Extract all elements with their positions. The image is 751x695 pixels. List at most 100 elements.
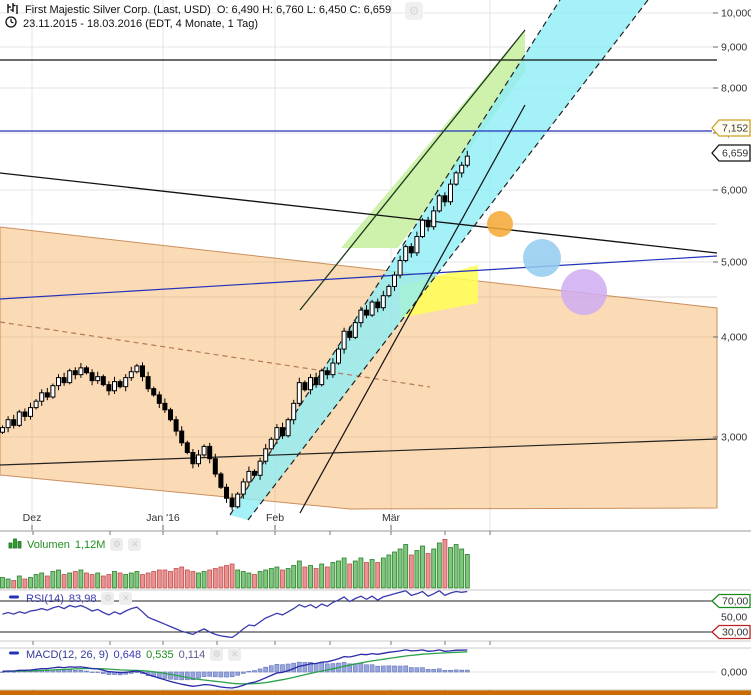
volume-bar — [6, 579, 10, 588]
macd-panel-header: MACD(12, 26, 9) 0,648 0,535 0,114 ⚙ ✕ — [8, 648, 241, 661]
volume-bars-icon — [8, 537, 22, 552]
candle-body — [34, 401, 38, 407]
macd-histogram-bar — [454, 670, 458, 672]
candle-body — [1, 428, 5, 433]
bottom-scroll-bar[interactable] — [0, 691, 751, 695]
chart-header: First Majestic Silver Corp. (Last, USD) … — [5, 2, 391, 17]
price-axis-label: 3,000 — [721, 432, 747, 444]
volume-bar — [17, 576, 21, 588]
volume-bar — [85, 573, 89, 588]
volume-bar — [443, 539, 447, 588]
price-axis-label: 10,000 — [721, 8, 751, 20]
candle-body — [297, 383, 301, 404]
candle-body — [303, 383, 307, 390]
volume-bar — [281, 570, 285, 588]
volume-bar — [342, 558, 346, 588]
macd-value-hist: 0,114 — [179, 649, 206, 661]
rsi-level-tag: 30,00 — [722, 627, 748, 639]
volume-bar — [23, 579, 27, 588]
volume-settings-button[interactable]: ⚙ — [110, 538, 123, 551]
candle-body — [292, 403, 296, 419]
volume-close-button[interactable]: ✕ — [128, 538, 141, 551]
rsi-settings-button[interactable]: ⚙ — [101, 592, 114, 605]
candle-body — [185, 443, 189, 453]
candle-body — [23, 412, 27, 416]
volume-bar — [62, 575, 66, 589]
volume-bar — [393, 552, 397, 588]
volume-bar — [449, 548, 453, 589]
volume-bar — [241, 572, 245, 589]
volume-bar — [409, 555, 413, 588]
volume-bar — [96, 573, 100, 588]
macd-histogram-bar — [85, 671, 89, 672]
candle-body — [337, 349, 341, 363]
macd-histogram-bar — [443, 670, 447, 672]
date-range-label: 23.11.2015 - 18.03.2016 (EDT, 4 Monate, … — [23, 18, 258, 30]
volume-bar — [337, 561, 341, 588]
volume-bar — [230, 564, 234, 588]
candle-body — [348, 331, 352, 337]
volume-bar — [197, 573, 201, 588]
ohlc-values: O: 6,490 H: 6,760 L: 6,450 C: 6,659 — [217, 4, 391, 16]
candle-body — [409, 247, 413, 253]
candle-body — [404, 247, 408, 261]
candle-body — [449, 184, 453, 202]
rsi-close-button[interactable]: ✕ — [119, 592, 132, 605]
candle-body — [96, 377, 100, 381]
price-tag: 7,152 — [722, 123, 748, 135]
candle-body — [331, 363, 335, 375]
candle-body — [62, 378, 66, 383]
macd-settings-button[interactable]: ⚙ — [210, 648, 223, 661]
candle-body — [465, 156, 469, 165]
macd-histogram-bar — [465, 670, 469, 672]
main-chart[interactable]: 10,0009,0008,0007,0006,0005,0004,0003,00… — [0, 0, 751, 695]
rsi-axis-label: 50,00 — [721, 612, 747, 624]
candle-body — [454, 173, 458, 184]
drawing-shapes-layer — [0, 0, 717, 520]
macd-histogram-bar — [281, 665, 285, 672]
volume-bar — [415, 551, 419, 589]
chart-settings-button[interactable]: ⚙ — [405, 2, 423, 20]
macd-histogram-bar — [421, 668, 425, 672]
macd-histogram-bar — [68, 670, 72, 672]
volume-bar — [180, 567, 184, 588]
macd-histogram-bar — [359, 663, 363, 672]
price-axis-label: 9,000 — [721, 42, 747, 54]
candle-body — [208, 446, 212, 458]
instrument-title: First Majestic Silver Corp. (Last, USD) — [25, 4, 211, 16]
macd-close-button[interactable]: ✕ — [228, 648, 241, 661]
candle-body — [40, 393, 44, 401]
volume-bar — [331, 563, 335, 589]
volume-bar — [174, 569, 178, 589]
volume-bar — [51, 572, 55, 589]
volume-bar — [387, 555, 391, 588]
macd-histogram-bar — [185, 672, 189, 680]
macd-histogram-bar — [415, 668, 419, 672]
macd-histogram-bar — [230, 672, 234, 677]
candle-body — [135, 366, 139, 372]
volume-bar — [460, 549, 464, 588]
candle-body — [258, 461, 262, 475]
volume-bar — [208, 570, 212, 588]
candle-body — [113, 382, 117, 391]
candle-body — [141, 366, 145, 377]
candle-body — [29, 408, 33, 417]
candle-body — [437, 196, 441, 211]
volume-bar — [269, 569, 273, 589]
volume-bar — [236, 570, 240, 588]
candle-body — [180, 431, 184, 443]
volume-bar — [359, 558, 363, 588]
macd-histogram-bar — [437, 669, 441, 672]
volume-bar — [202, 572, 206, 589]
price-axis-label: 8,000 — [721, 83, 747, 95]
candle-body — [107, 385, 111, 391]
macd-histogram-bar — [202, 672, 206, 677]
macd-histogram-bar — [253, 671, 257, 672]
candle-body — [174, 420, 178, 431]
candle-body — [90, 373, 94, 381]
volume-bar — [29, 578, 33, 589]
month-label: Jan '16 — [146, 512, 180, 524]
macd-histogram-bar — [258, 669, 262, 672]
candle-body — [129, 372, 133, 378]
candle-body — [118, 382, 122, 387]
